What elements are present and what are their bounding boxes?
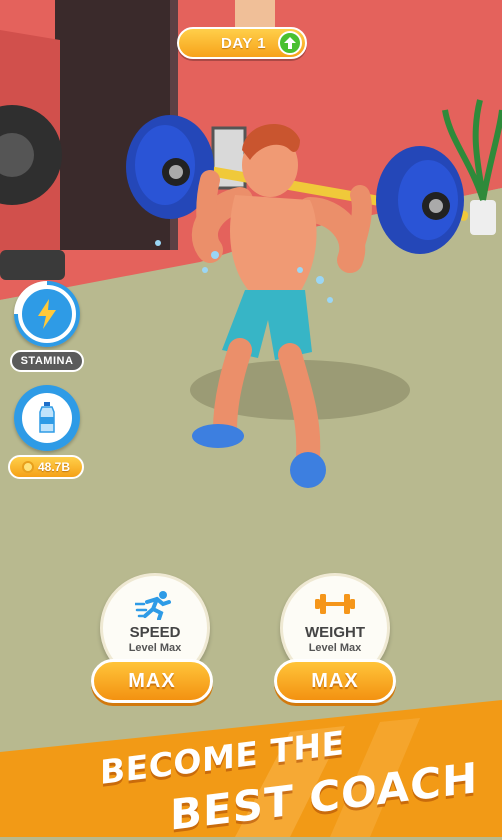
level-up-arrow-icon[interactable] (278, 31, 302, 55)
stamina-label: STAMINA (10, 350, 84, 372)
weight-level: Level Max (308, 642, 362, 654)
day-indicator[interactable]: DAY 1 (177, 27, 307, 59)
speed-level: Level Max (128, 642, 182, 654)
coin-counter: 48.7B (8, 455, 84, 479)
day-label: DAY 1 (221, 34, 267, 52)
barbell-right-plate (376, 146, 464, 254)
stamina-icon-bg (18, 285, 76, 343)
right-shoe (290, 452, 326, 488)
weight-max-button[interactable]: MAX (274, 659, 396, 703)
weight-title: WEIGHT (305, 624, 365, 641)
speed-title: SPEED (129, 624, 181, 641)
water-button[interactable] (14, 385, 80, 451)
stamina-button[interactable] (14, 281, 80, 347)
water-icon-bg (18, 389, 76, 447)
water-bottle-icon (39, 402, 55, 433)
dumbbell-icon (315, 594, 355, 614)
coin-icon (21, 461, 34, 473)
lightning-icon (38, 299, 56, 329)
runner-icon (135, 591, 171, 620)
gym-bench (0, 250, 65, 280)
left-shoe (192, 424, 244, 448)
speed-max-button[interactable]: MAX (91, 659, 213, 703)
coin-value: 48.7B (37, 460, 71, 474)
